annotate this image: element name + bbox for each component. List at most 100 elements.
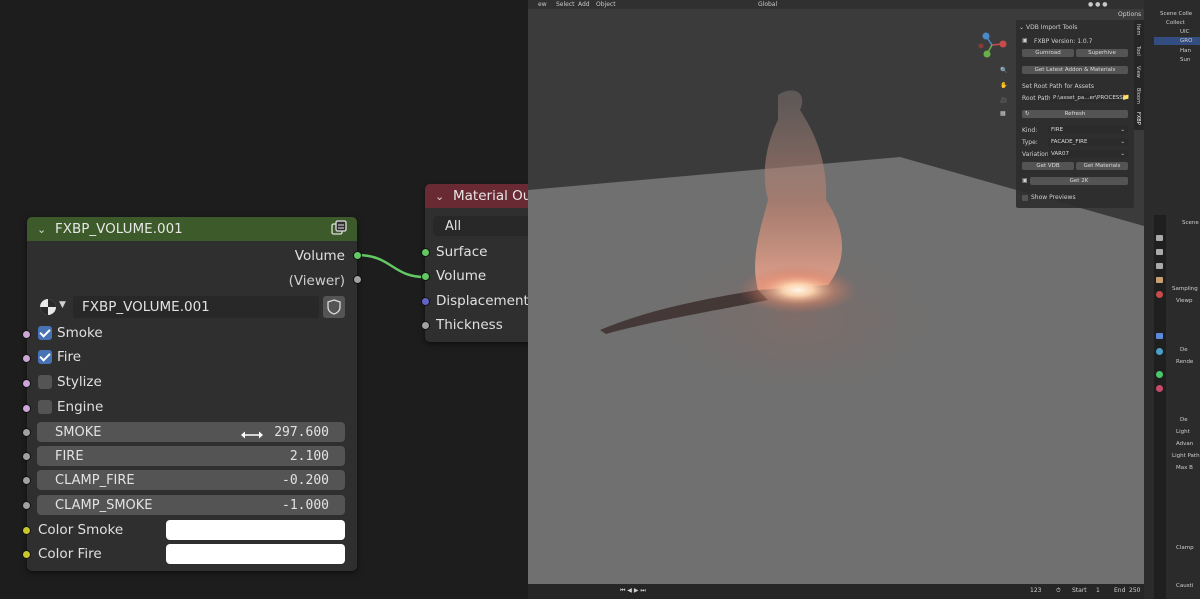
node-group-icon[interactable] — [331, 220, 347, 236]
engine-checkbox[interactable] — [38, 400, 52, 414]
get-2k-button[interactable]: Get 2K — [1030, 177, 1128, 185]
modifier-tab-icon[interactable] — [1156, 333, 1163, 339]
3d-viewport[interactable]: ew Select Add Object Global ● ● ● Option… — [528, 0, 1144, 599]
prop-denoise-2[interactable]: De — [1180, 417, 1188, 423]
camera-icon[interactable]: 🎥 — [1000, 97, 1007, 104]
fire-input-socket[interactable] — [22, 354, 31, 363]
fxbp-volume-header[interactable]: ⌄ FXBP_VOLUME.001 — [27, 217, 357, 241]
prop-caustics[interactable]: Causti — [1176, 583, 1193, 589]
prop-render[interactable]: Rende — [1176, 359, 1193, 365]
folder-icon[interactable]: 📁 — [1122, 94, 1129, 101]
prop-advanced[interactable]: Advan — [1176, 441, 1193, 447]
thickness-socket[interactable] — [421, 321, 430, 330]
output-target-select[interactable]: All — [433, 216, 528, 236]
smoke-value-socket[interactable] — [22, 428, 31, 437]
color-fire-socket[interactable] — [22, 550, 31, 559]
datablock-selector[interactable]: ▼ FXBP_VOLUME.001 — [37, 296, 347, 318]
clamp-smoke-socket[interactable] — [22, 501, 31, 510]
viewer-output-socket[interactable] — [353, 275, 362, 284]
start-field[interactable]: 1 — [1096, 587, 1100, 594]
grid-icon[interactable]: ▦ — [1000, 110, 1006, 117]
end-field[interactable]: 250 — [1129, 587, 1140, 594]
color-smoke-socket[interactable] — [22, 526, 31, 535]
fire-field[interactable]: FIRE 2.100 — [37, 446, 345, 466]
material-tab-icon[interactable] — [1156, 385, 1163, 392]
world-tab-icon[interactable] — [1156, 291, 1163, 298]
constraint-tab-icon[interactable] — [1156, 371, 1163, 378]
engine-input-socket[interactable] — [22, 404, 31, 413]
tab-view[interactable]: View — [1135, 66, 1141, 78]
outliner-scene-collection[interactable]: Scene Colle — [1160, 11, 1192, 17]
clamp-fire-field[interactable]: CLAMP_FIRE -0.200 — [37, 470, 345, 490]
color-smoke-swatch[interactable] — [166, 520, 345, 540]
show-previews-checkbox[interactable] — [1022, 195, 1028, 201]
scene-tab-icon[interactable] — [1156, 277, 1163, 283]
displacement-socket[interactable] — [421, 297, 430, 306]
type-dropdown[interactable]: FACADE_FIRE ⌄ — [1048, 138, 1128, 146]
get-vdb-button[interactable]: Get VDB — [1022, 162, 1074, 170]
tab-fxbp[interactable]: FXBP — [1135, 112, 1141, 125]
output-tab-icon[interactable] — [1156, 249, 1163, 255]
root-path-field[interactable]: P:\asset_pa...er\PROCESS\ — [1050, 94, 1125, 102]
viewport-shading-icons[interactable]: ● ● ● — [1088, 1, 1108, 8]
get-materials-button[interactable]: Get Materials — [1076, 162, 1128, 170]
fire-value-socket[interactable] — [22, 452, 31, 461]
smoke-input-socket[interactable] — [22, 330, 31, 339]
surface-socket[interactable] — [421, 248, 430, 257]
collapse-chevron-icon[interactable]: ⌄ — [37, 223, 49, 236]
orientation-dropdown[interactable]: Global — [758, 1, 777, 8]
refresh-button[interactable]: ↻ Refresh — [1022, 110, 1128, 118]
node-editor[interactable]: ⌄ Material Outp All Surface Volume Displ… — [0, 0, 528, 599]
navigation-gizmo-icon[interactable] — [975, 28, 1009, 62]
prop-clamping[interactable]: Clamp — [1176, 545, 1194, 551]
clamp-smoke-field[interactable]: CLAMP_SMOKE -1.000 — [37, 495, 345, 515]
outliner[interactable]: Scene Colle Collect UIC GRO Han Sun — [1154, 0, 1200, 190]
stylize-checkbox[interactable] — [38, 375, 52, 389]
superhive-button[interactable]: Superhive — [1076, 49, 1128, 57]
view-layer-tab-icon[interactable] — [1156, 263, 1163, 269]
prop-denoise[interactable]: De — [1180, 347, 1188, 353]
prop-sampling[interactable]: Sampling — [1172, 286, 1198, 292]
tab-item[interactable]: Item — [1135, 24, 1141, 35]
fxbp-volume-node[interactable]: ⌄ FXBP_VOLUME.001 Volume (Viewer) ▼ FXBP… — [27, 217, 357, 571]
prop-max-bounces[interactable]: Max B — [1176, 465, 1193, 471]
gumroad-button[interactable]: Gumroad — [1022, 49, 1074, 57]
smoke-checkbox[interactable] — [38, 326, 52, 340]
collapse-chevron-icon[interactable]: ⌄ — [435, 190, 447, 203]
datablock-name-field[interactable]: FXBP_VOLUME.001 — [73, 296, 319, 318]
prop-light-paths[interactable]: Light Path — [1172, 453, 1200, 459]
variation-dropdown[interactable]: VAR07 ⌄ — [1048, 150, 1128, 158]
get-latest-button[interactable]: Get Latest Addon & Materials — [1022, 66, 1128, 74]
volume-input-socket[interactable] — [421, 272, 430, 281]
menu-select[interactable]: Select — [556, 1, 575, 8]
pan-hand-icon[interactable]: ✋ — [1000, 82, 1007, 89]
smoke-field[interactable]: SMOKE 297.600 — [37, 422, 345, 442]
menu-add[interactable]: Add — [578, 1, 590, 8]
stylize-input-socket[interactable] — [22, 379, 31, 388]
outliner-collection[interactable]: Collect — [1166, 20, 1185, 26]
kind-dropdown[interactable]: FIRE ⌄ — [1048, 126, 1128, 134]
outliner-item-sun[interactable]: Sun — [1180, 57, 1190, 63]
outliner-item-uic[interactable]: UIC — [1180, 29, 1190, 35]
options-button[interactable]: Options — [1118, 11, 1141, 18]
properties-panel[interactable]: Scene Sampling Viewp De Rende De Light A… — [1166, 205, 1200, 599]
outliner-item-gro[interactable]: GRO — [1180, 38, 1192, 44]
chevron-down-icon[interactable]: ▼ — [59, 300, 66, 310]
fake-user-button[interactable] — [323, 296, 345, 318]
current-frame-field[interactable]: 123 — [1030, 587, 1041, 594]
clamp-fire-socket[interactable] — [22, 476, 31, 485]
fire-checkbox[interactable] — [38, 350, 52, 364]
zoom-icon[interactable]: 🔍 — [1000, 67, 1007, 74]
outliner-item-han[interactable]: Han — [1180, 48, 1191, 54]
menu-view[interactable]: ew — [538, 1, 547, 8]
n-panel-chevron-icon[interactable]: ⌄ — [1019, 24, 1024, 31]
prop-viewport[interactable]: Viewp — [1176, 298, 1193, 304]
volume-output-socket[interactable] — [353, 251, 362, 260]
color-fire-swatch[interactable] — [166, 544, 345, 564]
prop-light[interactable]: Light — [1176, 429, 1190, 435]
tab-bloom[interactable]: Bloom — [1135, 88, 1141, 104]
physics-tab-icon[interactable] — [1156, 348, 1163, 355]
menu-object[interactable]: Object — [596, 1, 616, 8]
node-tree-icon[interactable] — [39, 298, 57, 316]
tab-tool[interactable]: Tool — [1135, 46, 1141, 56]
